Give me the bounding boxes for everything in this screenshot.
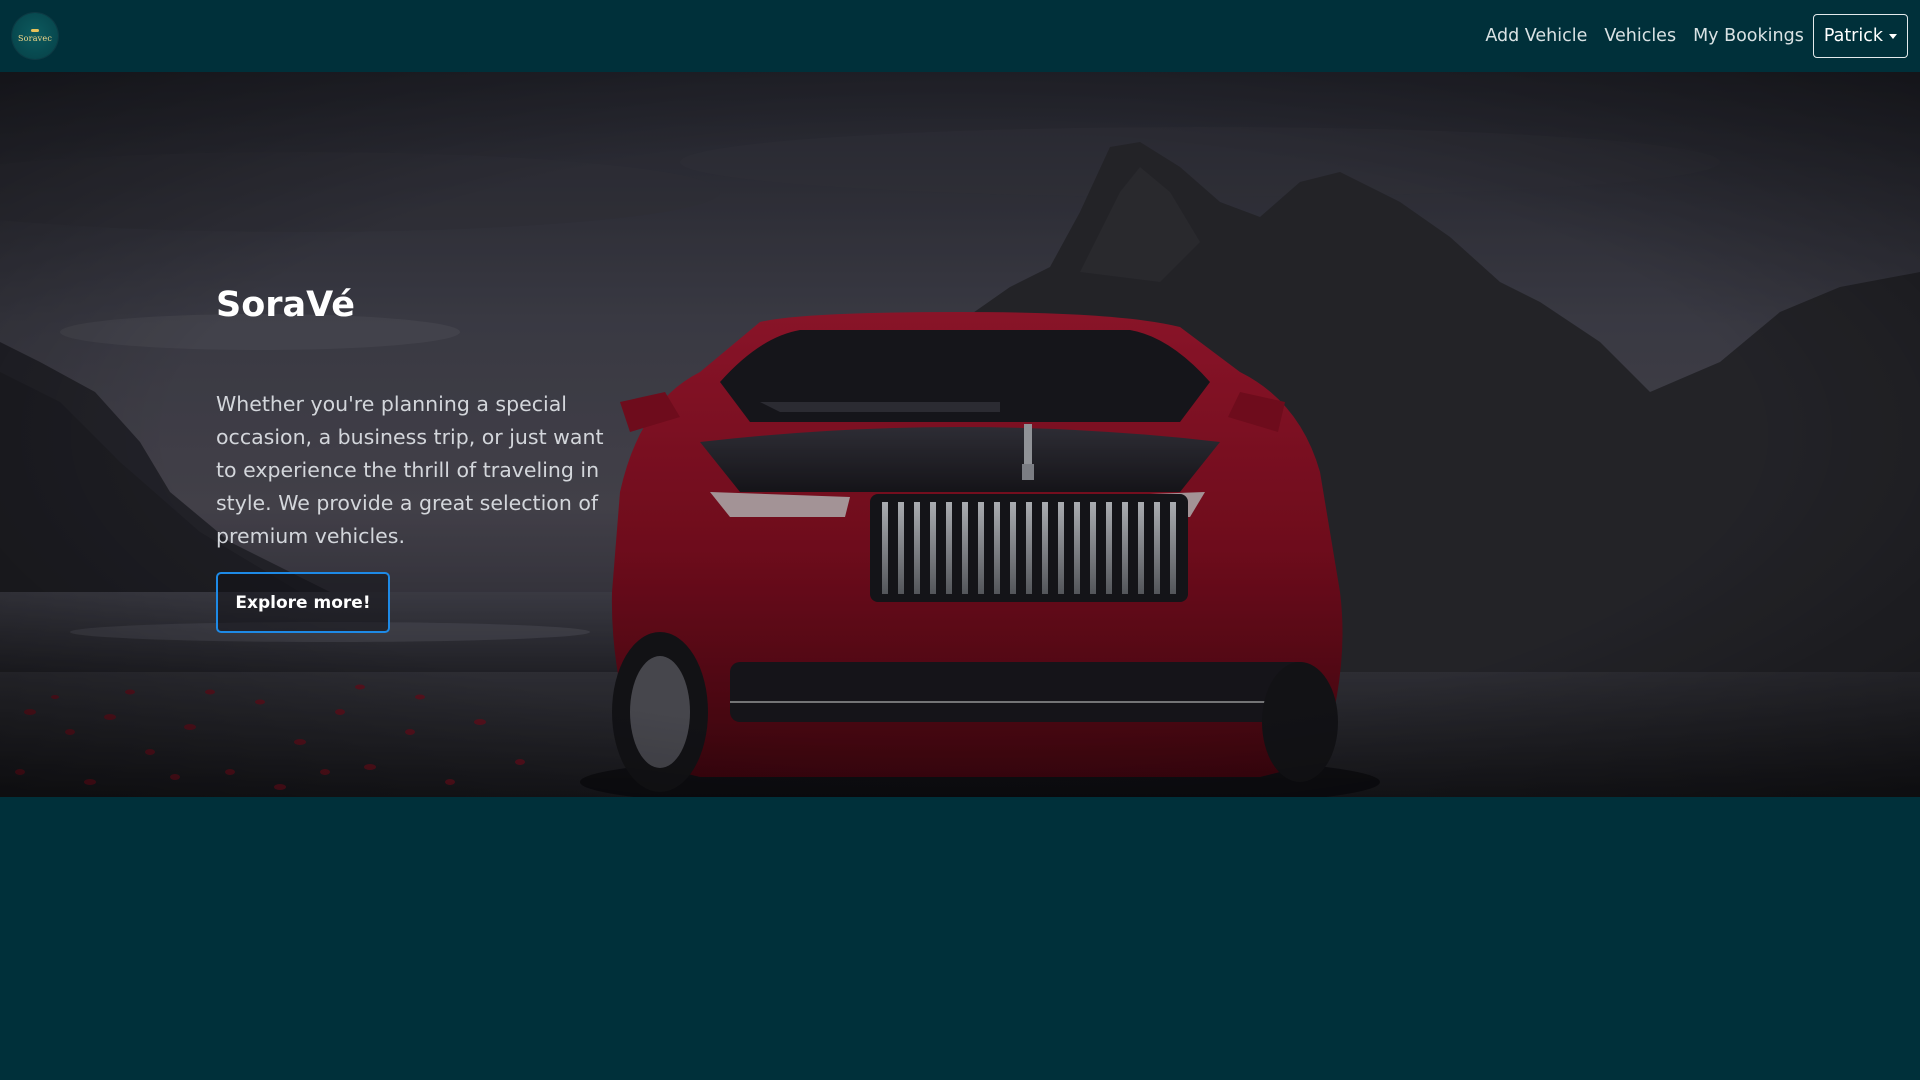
logo-crown-icon (31, 29, 39, 32)
brand-logo[interactable]: Soravec (12, 13, 58, 59)
hero-banner: SoraVé Whether you're planning a special… (0, 72, 1920, 797)
caret-down-icon (1889, 33, 1897, 39)
user-menu-dropdown[interactable]: Patrick (1812, 14, 1908, 58)
nav-my-bookings-link[interactable]: My Bookings (1693, 26, 1804, 46)
hero-description: Whether you're planning a special occasi… (216, 392, 604, 548)
explore-more-button[interactable]: Explore more! (216, 572, 390, 633)
nav-vehicles-link[interactable]: Vehicles (1604, 26, 1676, 46)
hero-title: SoraVé (216, 285, 356, 325)
nav-links: Add Vehicle Vehicles My Bookings Patrick (1468, 13, 1908, 59)
nav-add-vehicle-link[interactable]: Add Vehicle (1485, 26, 1587, 46)
logo-text: Soravec (17, 34, 53, 43)
navbar: Soravec Add Vehicle Vehicles My Bookings… (0, 0, 1920, 72)
user-name: Patrick (1823, 26, 1883, 46)
